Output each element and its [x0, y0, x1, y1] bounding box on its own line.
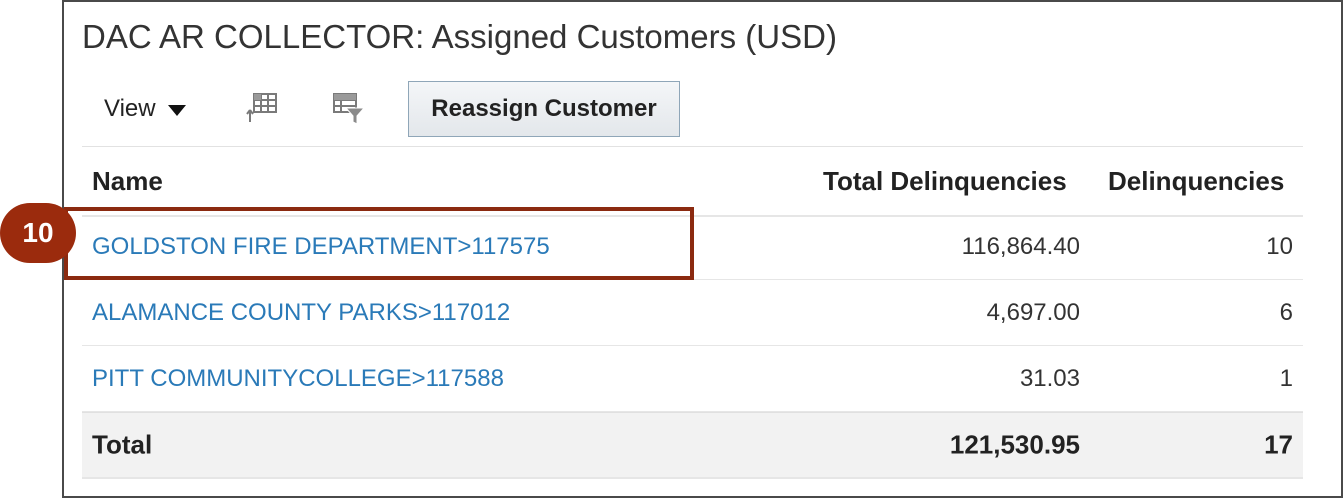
total-delinquencies-value: 4,697.00 [986, 299, 1080, 326]
caret-down-icon [167, 105, 186, 116]
table-row[interactable]: ALAMANCE COUNTY PARKS>117012 4,697.00 6 [82, 281, 1303, 346]
freeze-columns-icon[interactable] [246, 92, 280, 126]
total-label: Total [92, 429, 153, 460]
step-number-badge: 10 [0, 203, 76, 263]
query-by-example-icon[interactable] [332, 92, 366, 126]
column-header-delinquencies[interactable]: Delinquencies [1108, 166, 1284, 197]
delinquencies-sum: 17 [1264, 429, 1293, 460]
view-menu-label: View [104, 95, 156, 122]
total-delinquencies-value: 116,864.40 [961, 233, 1080, 260]
reassign-customer-button[interactable]: Reassign Customer [408, 81, 680, 137]
delinquencies-count: 10 [1266, 233, 1293, 260]
total-delinquencies-value: 31.03 [1019, 365, 1080, 392]
customer-link[interactable]: PITT COMMUNITYCOLLEGE>117588 [92, 365, 504, 393]
column-header-name[interactable]: Name [92, 166, 163, 197]
table-row[interactable]: GOLDSTON FIRE DEPARTMENT>117575 116,864.… [82, 215, 1303, 280]
customer-link[interactable]: GOLDSTON FIRE DEPARTMENT>117575 [92, 233, 550, 261]
panel-title: DAC AR COLLECTOR: Assigned Customers (US… [82, 18, 837, 55]
total-delinquencies-sum: 121,530.95 [949, 429, 1080, 460]
delinquencies-count: 1 [1279, 365, 1293, 392]
table-total-row: Total 121,530.95 17 [82, 412, 1303, 479]
view-menu-button[interactable]: View [104, 95, 186, 123]
column-header-total-delinquencies[interactable]: Total Delinquencies [823, 166, 1067, 197]
customer-link[interactable]: ALAMANCE COUNTY PARKS>117012 [92, 299, 510, 327]
table-row[interactable]: PITT COMMUNITYCOLLEGE>117588 31.03 1 [82, 347, 1303, 412]
delinquencies-count: 6 [1279, 299, 1293, 326]
